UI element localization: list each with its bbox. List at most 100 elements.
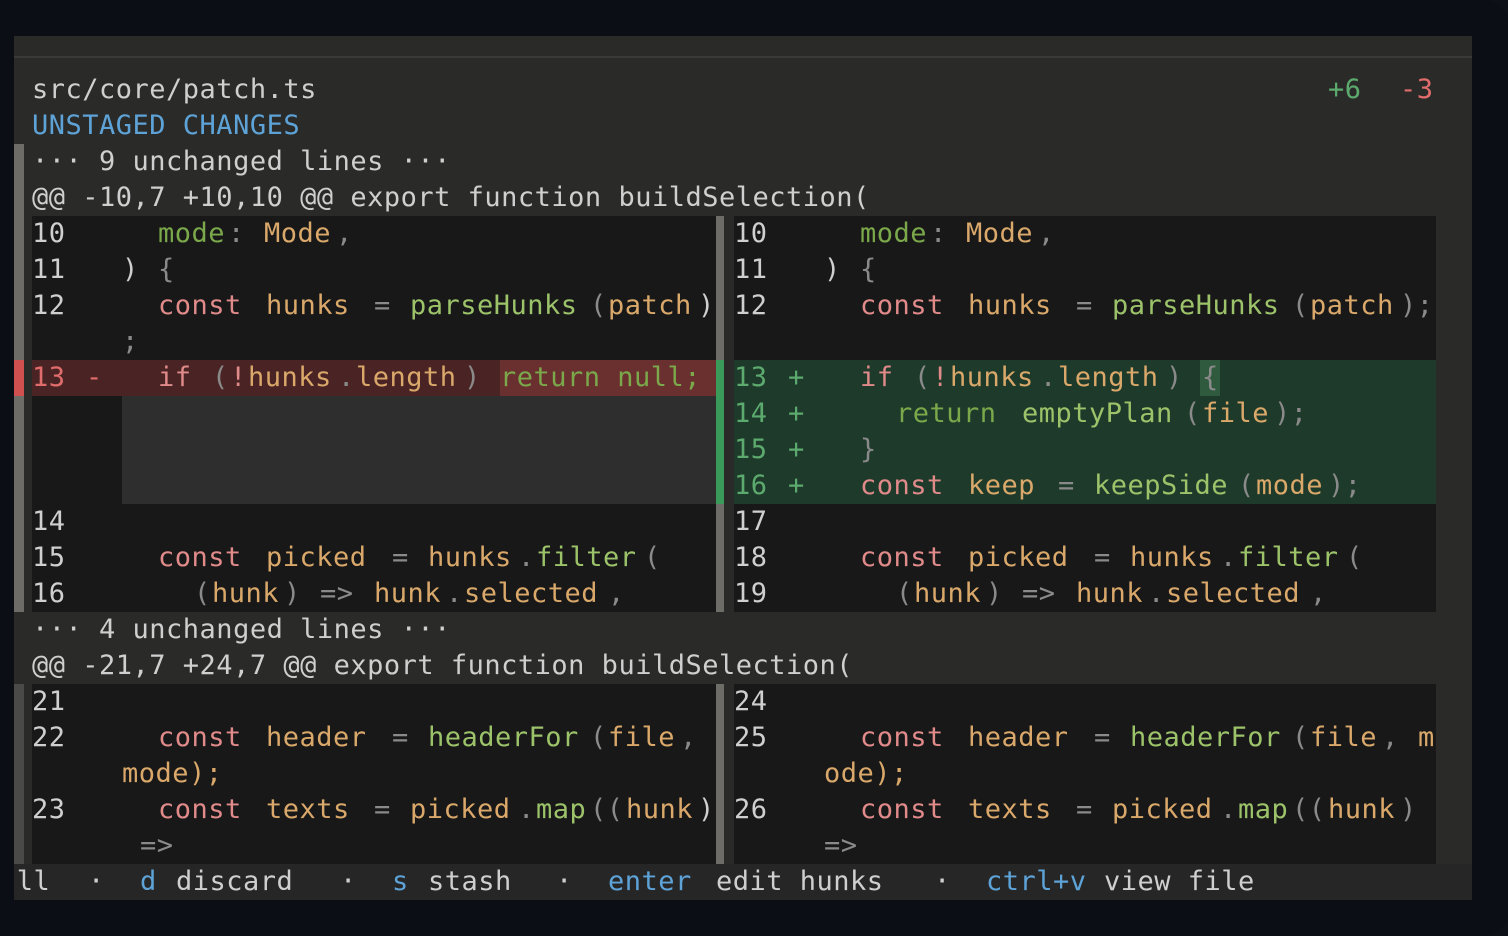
code-token: const [860,290,944,321]
edit-hunks-action[interactable]: edit hunks [716,864,884,900]
code-token: const [158,722,242,753]
discard-action[interactable]: discard [176,864,293,900]
code-token: picked [266,542,367,573]
code-token: . [1040,362,1057,393]
code-token: , [336,218,353,249]
code-token: hunks [266,290,350,321]
code-token: => [1022,578,1056,609]
code-token: texts [266,794,350,825]
code-token: selected [1166,578,1301,609]
code-token: const [860,722,944,753]
code-token: mode [1256,470,1324,501]
code-token: hunks [248,362,332,393]
code-token: keep [968,470,1036,501]
code-token: if [158,362,192,393]
alignment-filler [122,396,716,504]
code-token: ( [194,578,211,609]
deletion-marker [14,360,24,396]
hunk-header[interactable]: @@ -10,7 +10,10 @@ export function build… [32,180,870,216]
right-line-number: 19 [734,578,768,609]
right-line-number: 11 [734,254,768,285]
code-token: = [1094,542,1111,573]
key-d[interactable]: d [140,864,157,900]
code-token: = [374,794,391,825]
plus-sign: + [788,362,805,393]
code-token: . [518,794,535,825]
right-line-number: 10 [734,218,768,249]
key-enter[interactable]: enter [608,864,692,900]
footer-label: all [14,866,51,897]
file-path[interactable]: src/core/patch.ts [32,72,317,108]
code-token: picked [410,794,511,825]
code-token: = [374,290,391,321]
code-token: { [860,254,877,285]
code-token: . [518,542,535,573]
code-token: hunk [914,578,982,609]
code-token: => [824,830,858,861]
code-token: ) [1400,794,1417,825]
code-token: file [1202,398,1270,429]
code-token: => [320,578,354,609]
code-token: const [860,794,944,825]
added-count: +6 [1328,74,1362,105]
code-token: (( [1292,794,1326,825]
code-token: : [228,218,245,249]
code-token: : [930,218,947,249]
code-token: ( [1346,542,1363,573]
code-token: ) [986,578,1003,609]
key-ctrl-v[interactable]: ctrl+v [986,864,1087,900]
code-token: picked [1112,794,1213,825]
code-token: ); [1400,290,1434,321]
fold-unchanged[interactable]: ··· 9 unchanged lines ··· [32,144,451,180]
right-line-number: 24 [734,686,768,717]
footer-separator: · [340,866,357,897]
code-token: file [608,722,676,753]
code-token: hunks [428,542,512,573]
view-file-action[interactable]: view file [1104,864,1255,900]
fold-unchanged[interactable]: ··· 4 unchanged lines ··· [32,612,451,648]
code-token: ( [212,362,229,393]
code-token: const [860,470,944,501]
left-line-number: 10 [32,218,66,249]
code-token: length [356,362,457,393]
code-token: if [860,362,894,393]
code-token: } [860,434,877,465]
code-token: . [446,578,463,609]
code-token: headerFor [428,722,579,753]
code-token: , [1038,218,1055,249]
code-token: . [1220,542,1237,573]
code-token: ( [1184,398,1201,429]
code-token: ( [1292,722,1309,753]
code-token: ( [914,362,931,393]
code-token: hunk [212,578,280,609]
right-line-number: 16 [734,470,768,501]
left-line-number: 16 [32,578,66,609]
code-token: => [140,830,174,861]
footer-separator: · [934,866,951,897]
stash-action[interactable]: stash [428,864,512,900]
minus-sign: - [86,362,103,393]
code-token: ! [230,362,247,393]
code-token: hunks [950,362,1034,393]
code-token: const [158,290,242,321]
code-token: keepSide [1094,470,1229,501]
code-token: length [1058,362,1159,393]
code-token: ( [1238,470,1255,501]
code-token: return [896,398,997,429]
code-token: map [1238,794,1289,825]
code-token: = [1094,722,1111,753]
code-token: . [1148,578,1165,609]
code-token: emptyPlan [1022,398,1173,429]
left-line-number: 12 [32,290,66,321]
code-token: const [860,542,944,573]
code-token: , [1382,722,1399,753]
hunk-header[interactable]: @@ -21,7 +24,7 @@ export function buildS… [32,648,853,684]
code-token: ); [1328,470,1362,501]
window-frame: src/core/patch.ts +6 -3 UNSTAGED CHANGES… [0,0,1508,936]
pane-divider[interactable] [716,684,724,864]
right-line-number: 15 [734,434,768,465]
code-token: Mode [966,218,1034,249]
key-s[interactable]: s [392,864,409,900]
code-token: , [680,722,697,753]
code-token: (( [590,794,624,825]
